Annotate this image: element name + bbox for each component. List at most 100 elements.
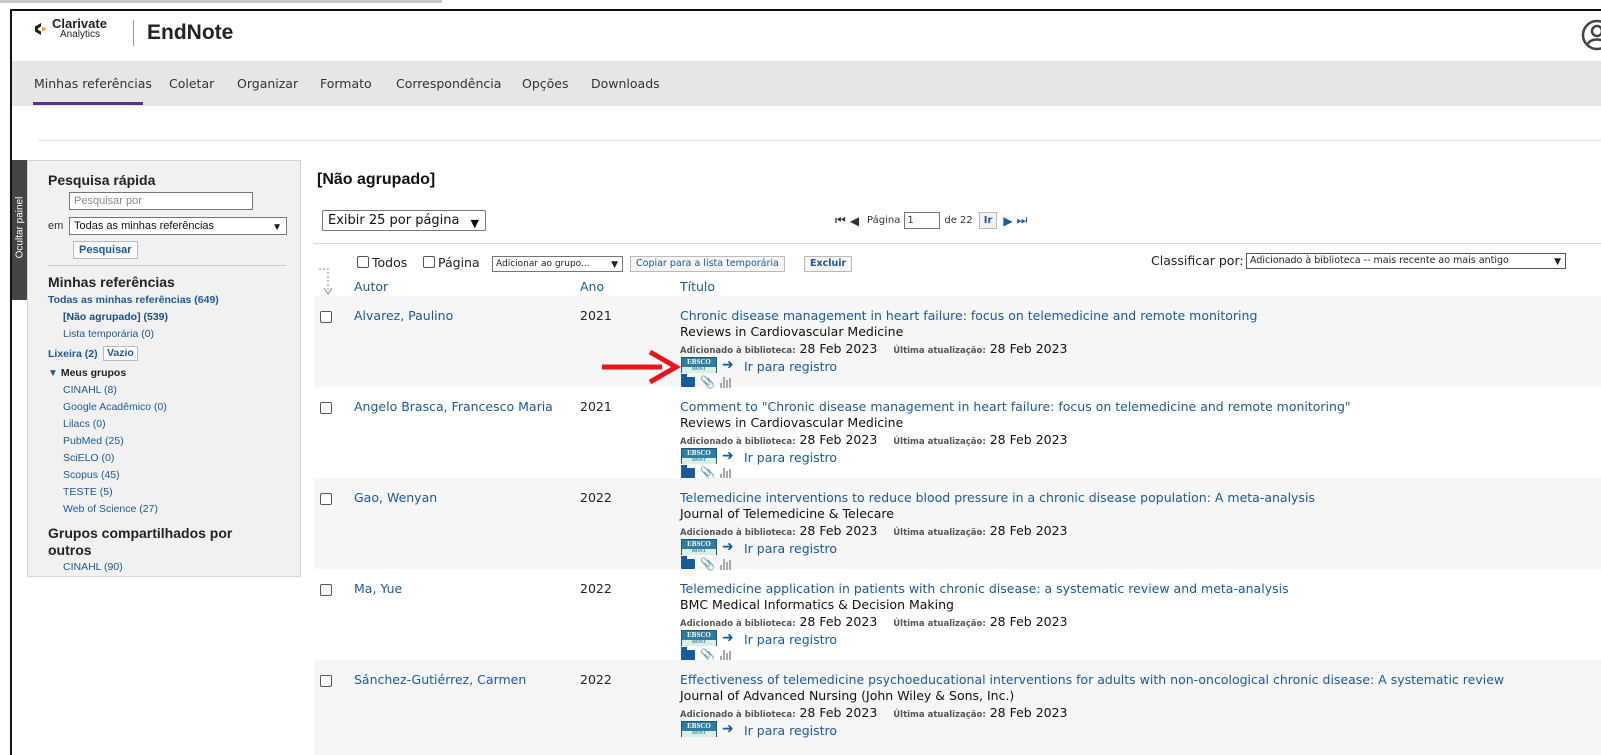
bar-chart-icon[interactable] bbox=[719, 558, 731, 570]
page-number-input[interactable]: 1 bbox=[904, 212, 941, 229]
sidebar-item-all-references[interactable]: Todas as minhas referências (649) bbox=[48, 294, 219, 306]
search-button[interactable]: Pesquisar bbox=[73, 241, 138, 259]
first-page-icon[interactable]: ⏮ bbox=[835, 213, 846, 228]
per-page-value: Exibir 25 por página bbox=[328, 213, 460, 228]
goto-record-link[interactable]: Ir para registro bbox=[744, 359, 837, 374]
tab-options[interactable]: Opções bbox=[522, 76, 569, 91]
empty-trash-button[interactable]: Vazio bbox=[103, 346, 138, 361]
ebsco-label: EBSCO bbox=[687, 722, 711, 730]
bar-chart-icon[interactable] bbox=[719, 467, 731, 479]
sort-select[interactable]: Adicionado à biblioteca -- mais recente … bbox=[1246, 253, 1566, 269]
sidebar-item-group[interactable]: PubMed (25) bbox=[63, 435, 124, 447]
row-title[interactable]: Comment to "Chronic disease management i… bbox=[680, 399, 1351, 414]
ebsco-host-label: HOST bbox=[682, 731, 716, 737]
row-title[interactable]: Telemedicine interventions to reduce blo… bbox=[680, 490, 1315, 505]
sidebar-item-unfiled[interactable]: [Não agrupado] (539) bbox=[63, 311, 168, 323]
row-title[interactable]: Telemedicine application in patients wit… bbox=[680, 581, 1289, 596]
frame-border bbox=[10, 9, 12, 755]
prev-page-icon[interactable]: ◀ bbox=[850, 214, 859, 228]
ebsco-host-icon[interactable]: EBSCO HOST bbox=[681, 721, 717, 737]
sidebar-item-group[interactable]: TESTE (5) bbox=[63, 486, 113, 498]
row-checkbox[interactable] bbox=[320, 311, 332, 323]
per-page-select[interactable]: Exibir 25 por página ▼ bbox=[322, 210, 486, 231]
row-checkbox[interactable] bbox=[320, 675, 332, 687]
ebsco-host-icon[interactable]: EBSCO HOST bbox=[681, 448, 717, 464]
checkbox[interactable] bbox=[357, 256, 369, 268]
search-scope-select[interactable]: Todas as minhas referências ▼ bbox=[69, 217, 287, 235]
sidebar: Pesquisa rápida Pesquisar por em Todas a… bbox=[27, 160, 301, 577]
copy-to-temp-list-button[interactable]: Copiar para a lista temporária bbox=[630, 256, 785, 272]
folder-icon[interactable] bbox=[681, 374, 695, 387]
goto-record-link[interactable]: Ir para registro bbox=[744, 450, 837, 465]
select-page-checkbox[interactable]: Página bbox=[423, 255, 480, 270]
last-page-icon[interactable]: ⏭ bbox=[1017, 213, 1028, 228]
ebsco-host-icon[interactable]: EBSCO HOST bbox=[681, 630, 717, 646]
go-page-button[interactable]: Ir bbox=[978, 212, 998, 229]
tab-collect[interactable]: Coletar bbox=[169, 76, 214, 91]
ebsco-host-label: HOST bbox=[682, 367, 716, 373]
app-title: EndNote bbox=[147, 21, 234, 44]
row-author[interactable]: Gao, Wenyan bbox=[354, 490, 437, 505]
row-checkbox[interactable] bbox=[320, 584, 332, 596]
top-line bbox=[0, 0, 442, 3]
row-journal: Journal of Advanced Nursing (John Wiley … bbox=[680, 688, 1015, 703]
clarivate-logo[interactable]: Clarivate Analytics bbox=[34, 17, 107, 40]
sidebar-item-group[interactable]: Google Acadêmico (0) bbox=[63, 401, 167, 413]
row-author[interactable]: Sánchez-Gutiérrez, Carmen bbox=[354, 672, 526, 687]
sidebar-item-temp-list[interactable]: Lista temporária (0) bbox=[63, 328, 154, 340]
row-checkbox[interactable] bbox=[320, 402, 332, 414]
bar-chart-icon[interactable] bbox=[719, 376, 731, 388]
hide-panel-tab[interactable]: Ocultar painel bbox=[12, 160, 28, 300]
tab-format[interactable]: Formato bbox=[320, 76, 372, 91]
sidebar-item-group[interactable]: Web of Science (27) bbox=[63, 503, 158, 515]
row-journal: Reviews in Cardiovascular Medicine bbox=[680, 324, 904, 339]
table-row: Sánchez-Gutiérrez, Carmen 2022 Effective… bbox=[314, 660, 1601, 755]
ebsco-host-label: HOST bbox=[682, 458, 716, 464]
page-title: [Não agrupado] bbox=[317, 171, 436, 188]
row-year: 2022 bbox=[580, 672, 612, 687]
tab-match[interactable]: Correspondência bbox=[396, 76, 501, 91]
goto-record-link[interactable]: Ir para registro bbox=[744, 632, 837, 647]
sidebar-divider bbox=[48, 265, 286, 266]
select-page-label: Página bbox=[438, 255, 480, 270]
bar-chart-icon[interactable] bbox=[719, 649, 731, 661]
shared-groups-title: Grupos compartilhados por outros bbox=[48, 525, 233, 558]
sidebar-item-shared-group[interactable]: CINAHL (90) bbox=[63, 561, 123, 573]
column-header-year[interactable]: Ano bbox=[580, 279, 604, 294]
row-checkbox[interactable] bbox=[320, 493, 332, 505]
add-to-group-select[interactable]: Adicionar ao grupo... ▼ bbox=[492, 256, 623, 272]
select-all-checkbox[interactable]: Todos bbox=[357, 255, 407, 270]
folder-icon[interactable] bbox=[681, 556, 695, 569]
tab-my-references[interactable]: Minhas referências bbox=[34, 76, 152, 91]
user-account-icon[interactable] bbox=[1581, 19, 1601, 51]
sidebar-item-group[interactable]: SciELO (0) bbox=[63, 452, 114, 464]
table-row: Alvarez, Paulino 2021 Chronic disease ma… bbox=[314, 296, 1601, 389]
sidebar-item-group[interactable]: Lilacs (0) bbox=[63, 418, 106, 430]
row-author[interactable]: Angelo Brasca, Francesco Maria bbox=[354, 399, 553, 414]
row-author[interactable]: Ma, Yue bbox=[354, 581, 402, 596]
column-header-author[interactable]: Autor bbox=[354, 279, 388, 294]
goto-record-link[interactable]: Ir para registro bbox=[744, 541, 837, 556]
sidebar-item-trash[interactable]: Lixeira (2) bbox=[48, 348, 98, 360]
tab-downloads[interactable]: Downloads bbox=[591, 76, 660, 91]
folder-icon[interactable] bbox=[681, 465, 695, 478]
my-references-title: Minhas referências bbox=[48, 274, 175, 290]
tab-organize[interactable]: Organizar bbox=[237, 76, 298, 91]
row-author[interactable]: Alvarez, Paulino bbox=[354, 308, 453, 323]
checkbox[interactable] bbox=[423, 256, 435, 268]
ebsco-host-icon[interactable]: EBSCO HOST bbox=[681, 357, 717, 373]
folder-icon[interactable] bbox=[681, 647, 695, 660]
sidebar-item-group[interactable]: CINAHL (8) bbox=[63, 384, 117, 396]
row-title[interactable]: Chronic disease management in heart fail… bbox=[680, 308, 1257, 323]
delete-button[interactable]: Excluir bbox=[804, 256, 853, 272]
chevron-down-icon: ▼ bbox=[1554, 257, 1561, 267]
row-year: 2021 bbox=[580, 399, 612, 414]
goto-record-link[interactable]: Ir para registro bbox=[744, 723, 837, 738]
next-page-icon[interactable]: ▶ bbox=[1003, 214, 1012, 228]
ebsco-host-icon[interactable]: EBSCO HOST bbox=[681, 539, 717, 555]
sidebar-item-group[interactable]: Scopus (45) bbox=[63, 469, 120, 481]
my-groups-toggle[interactable]: ▼ Meus grupos bbox=[48, 367, 126, 379]
column-header-title[interactable]: Título bbox=[680, 279, 715, 294]
quick-search-input[interactable]: Pesquisar por bbox=[69, 192, 253, 210]
row-title[interactable]: Effectiveness of telemedicine psychoeduc… bbox=[680, 672, 1504, 687]
